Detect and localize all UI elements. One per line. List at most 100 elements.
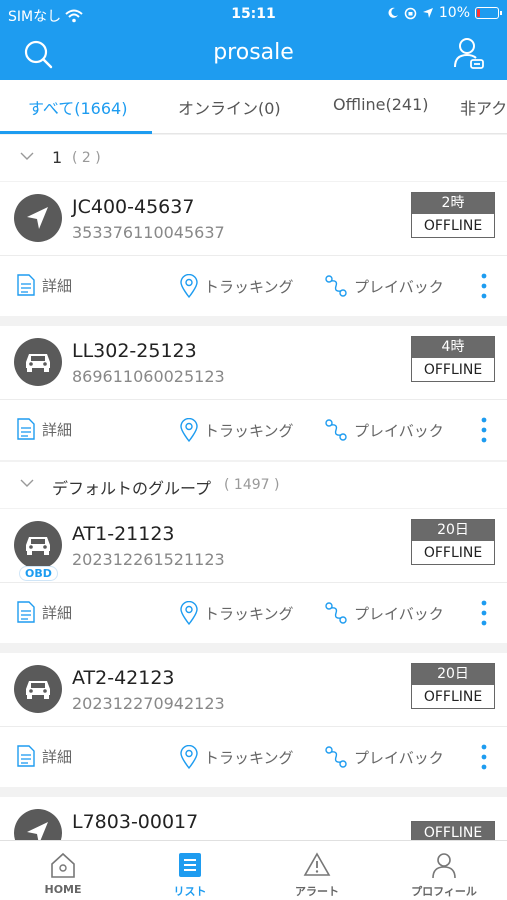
detail-label: 詳細 bbox=[42, 276, 73, 295]
device-name: AT1-21123 bbox=[72, 523, 175, 545]
status-label: OFFLINE bbox=[412, 822, 494, 840]
route-icon bbox=[325, 602, 347, 624]
device-name: JC400-45637 bbox=[72, 196, 195, 218]
playback-label: プレイバック bbox=[354, 604, 444, 623]
car-icon bbox=[26, 537, 50, 555]
playback-button[interactable]: プレイバック bbox=[324, 274, 444, 298]
car-icon bbox=[26, 681, 50, 699]
status-label: OFFLINE bbox=[423, 362, 483, 378]
location-arrow-icon bbox=[422, 8, 433, 18]
orientation-lock-icon bbox=[404, 7, 417, 19]
nav-alert[interactable]: アラート bbox=[254, 841, 380, 900]
home-icon bbox=[51, 852, 75, 878]
status-label: OFFLINE bbox=[423, 545, 483, 561]
car-icon bbox=[26, 354, 50, 372]
tracking-label: トラッキング bbox=[204, 604, 294, 623]
device-imei: 202312270942123 bbox=[72, 694, 225, 713]
nav-list-label: リスト bbox=[173, 885, 207, 898]
avatar bbox=[14, 665, 62, 713]
active-tab-indicator bbox=[0, 131, 152, 134]
playback-label: プレイバック bbox=[354, 421, 444, 440]
detail-button[interactable]: 詳細 bbox=[16, 745, 72, 767]
filter-tabs: すべて(1664) オンライン(0) Offline(241) 非アク bbox=[0, 80, 507, 134]
tracking-button[interactable]: トラッキング bbox=[180, 418, 294, 442]
tracking-button[interactable]: トラッキング bbox=[180, 745, 294, 769]
device-card[interactable]: OBD AT1-21123 202312261521123 20日 OFFLIN… bbox=[0, 509, 507, 643]
nav-profile[interactable]: プロフィール bbox=[381, 841, 507, 900]
warning-icon bbox=[303, 852, 331, 876]
more-vertical-icon[interactable] bbox=[481, 600, 487, 626]
tab-offline[interactable]: Offline(241) bbox=[333, 95, 429, 114]
playback-button[interactable]: プレイバック bbox=[324, 745, 444, 769]
last-seen-time: 4時 bbox=[412, 337, 494, 358]
document-icon bbox=[17, 274, 35, 296]
group-count: ( 2 ) bbox=[72, 150, 101, 166]
group-header[interactable]: デフォルトのグループ ( 1497 ) bbox=[0, 462, 507, 508]
playback-label: プレイバック bbox=[354, 748, 444, 767]
navigation-arrow-icon bbox=[27, 822, 48, 840]
device-name: LL302-25123 bbox=[72, 340, 197, 362]
detail-button[interactable]: 詳細 bbox=[16, 601, 72, 623]
nav-list[interactable]: リスト bbox=[127, 841, 253, 900]
nav-profile-label: プロフィール bbox=[411, 885, 477, 898]
tab-all[interactable]: すべて(1664) bbox=[28, 95, 127, 119]
detail-label: 詳細 bbox=[42, 420, 73, 439]
navigation-arrow-icon bbox=[27, 207, 48, 229]
last-seen-time: 2時 bbox=[412, 193, 494, 214]
device-name: L7803-00017 bbox=[72, 811, 199, 833]
group-name: 1 bbox=[52, 148, 63, 167]
obd-badge: OBD bbox=[19, 566, 58, 581]
tracking-button[interactable]: トラッキング bbox=[180, 274, 294, 298]
device-card[interactable]: AT2-42123 202312270942123 20日 OFFLINE 詳細… bbox=[0, 653, 507, 787]
playback-button[interactable]: プレイバック bbox=[324, 601, 444, 625]
tracking-label: トラッキング bbox=[204, 277, 294, 296]
tracking-label: トラッキング bbox=[204, 421, 294, 440]
tab-online[interactable]: オンライン(0) bbox=[178, 95, 281, 119]
route-icon bbox=[325, 275, 347, 297]
more-vertical-icon[interactable] bbox=[481, 744, 487, 770]
tracking-button[interactable]: トラッキング bbox=[180, 601, 294, 625]
nav-home-label: HOME bbox=[44, 883, 82, 896]
status-badge: 4時 OFFLINE bbox=[411, 336, 495, 382]
status-badge: 2時 OFFLINE bbox=[411, 192, 495, 238]
last-seen-time: 20日 bbox=[412, 520, 494, 541]
tab-inactive[interactable]: 非アク bbox=[460, 95, 507, 119]
location-pin-icon bbox=[180, 745, 198, 769]
device-card[interactable]: L7803-00017 OFFLINE bbox=[0, 797, 507, 840]
route-icon bbox=[325, 419, 347, 441]
more-vertical-icon[interactable] bbox=[481, 417, 487, 443]
more-vertical-icon[interactable] bbox=[481, 273, 487, 299]
detail-label: 詳細 bbox=[42, 747, 73, 766]
group-name: デフォルトのグループ bbox=[52, 479, 212, 498]
playback-label: プレイバック bbox=[354, 277, 444, 296]
page-title: prosale bbox=[213, 40, 294, 65]
route-icon bbox=[325, 746, 347, 768]
detail-label: 詳細 bbox=[42, 603, 73, 622]
device-imei: 202312261521123 bbox=[72, 550, 225, 569]
device-name: AT2-42123 bbox=[72, 667, 175, 689]
nav-home[interactable]: HOME bbox=[0, 841, 126, 900]
avatar bbox=[14, 809, 62, 840]
user-settings-icon[interactable] bbox=[453, 36, 485, 70]
device-imei: 353376110045637 bbox=[72, 223, 225, 242]
location-pin-icon bbox=[180, 418, 198, 442]
detail-button[interactable]: 詳細 bbox=[16, 274, 72, 296]
avatar bbox=[14, 194, 62, 242]
group-header[interactable]: 1 ( 2 ) bbox=[0, 135, 507, 181]
group-count: ( 1497 ) bbox=[224, 477, 280, 493]
location-pin-icon bbox=[180, 601, 198, 625]
user-icon bbox=[432, 853, 456, 879]
status-label: OFFLINE bbox=[423, 218, 483, 234]
list-icon bbox=[179, 853, 201, 877]
avatar bbox=[14, 521, 62, 569]
detail-button[interactable]: 詳細 bbox=[16, 418, 72, 440]
device-card[interactable]: LL302-25123 869611060025123 4時 OFFLINE 詳… bbox=[0, 326, 507, 460]
status-badge: OFFLINE bbox=[411, 821, 495, 840]
chevron-down-icon bbox=[20, 479, 34, 487]
device-card[interactable]: JC400-45637 353376110045637 2時 OFFLINE 詳… bbox=[0, 182, 507, 316]
document-icon bbox=[17, 745, 35, 767]
playback-button[interactable]: プレイバック bbox=[324, 418, 444, 442]
chevron-down-icon bbox=[20, 152, 34, 160]
location-pin-icon bbox=[180, 274, 198, 298]
avatar bbox=[14, 338, 62, 386]
